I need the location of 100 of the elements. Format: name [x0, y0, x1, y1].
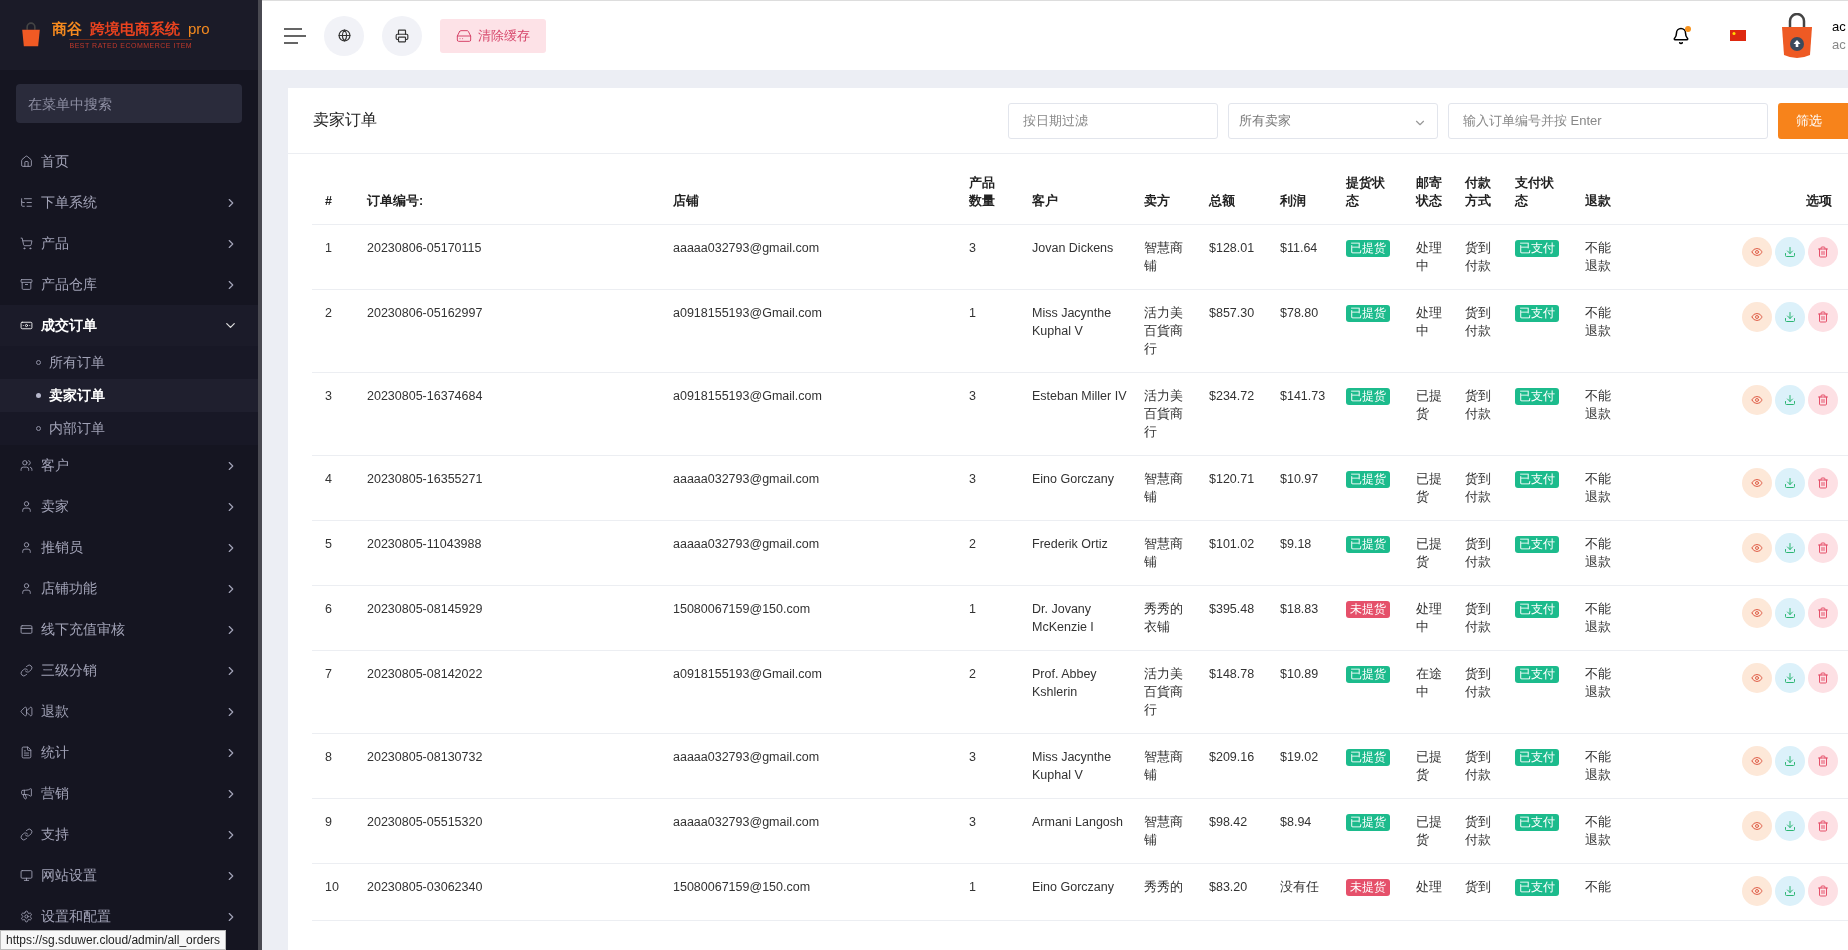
sidebar-item[interactable]: 线下充值审核: [0, 609, 258, 650]
delete-button[interactable]: [1808, 746, 1838, 776]
view-button[interactable]: [1742, 876, 1772, 906]
table-cell-text: 不能退款: [1585, 305, 1612, 340]
download-icon: [1784, 607, 1796, 619]
sidebar-item[interactable]: 推销员: [0, 527, 258, 568]
download-button[interactable]: [1775, 468, 1805, 498]
table-cell-text: a0918155193@Gmail.com: [673, 388, 823, 405]
sidebar-item[interactable]: 下单系统: [0, 182, 258, 223]
table-cell-text: 3: [969, 240, 977, 257]
submenu-item[interactable]: 内部订单: [0, 412, 258, 445]
view-button[interactable]: [1742, 302, 1772, 332]
submenu-item[interactable]: 所有订单: [0, 346, 258, 379]
download-button[interactable]: [1775, 663, 1805, 693]
delete-button[interactable]: [1808, 811, 1838, 841]
download-button[interactable]: [1775, 385, 1805, 415]
avatar-bag-icon[interactable]: [1780, 12, 1814, 59]
seller-select[interactable]: 所有卖家: [1228, 102, 1438, 139]
view-button[interactable]: [1742, 237, 1772, 267]
trash-icon: [1817, 246, 1829, 258]
table-cell-text: 4: [325, 471, 333, 488]
print-button[interactable]: [382, 15, 422, 56]
view-button[interactable]: [1742, 533, 1772, 563]
sidebar-item[interactable]: 客户: [0, 445, 258, 486]
sidebar-item[interactable]: 三级分销: [0, 650, 258, 691]
download-button[interactable]: [1775, 302, 1805, 332]
sidebar-item[interactable]: 网站设置: [0, 855, 258, 896]
delete-button[interactable]: [1808, 237, 1838, 267]
delete-button[interactable]: [1808, 663, 1838, 693]
sidebar-item[interactable]: 店铺功能: [0, 568, 258, 609]
sidebar-item[interactable]: 统计: [0, 732, 258, 773]
delete-button[interactable]: [1808, 533, 1838, 563]
submenu-item[interactable]: 卖家订单: [0, 379, 258, 412]
download-button[interactable]: [1775, 237, 1805, 267]
download-button[interactable]: [1775, 533, 1805, 563]
delete-button[interactable]: [1808, 468, 1838, 498]
payment-status-badge: 已支付: [1515, 471, 1559, 488]
table-cell-text: 2: [969, 666, 977, 683]
delete-button[interactable]: [1808, 598, 1838, 628]
table-cell-text: 20230806-05170115: [367, 240, 483, 257]
view-button[interactable]: [1742, 663, 1772, 693]
view-button[interactable]: [1742, 468, 1772, 498]
sidebar-item[interactable]: 首页: [0, 141, 258, 182]
sidebar-item[interactable]: 成交订单: [0, 305, 258, 346]
table-cell-text: 20230805-08130732: [367, 749, 484, 766]
trash-icon: [1817, 542, 1829, 554]
table-cell-text: Eino Gorczany: [1032, 879, 1115, 896]
table-cell-text: aaaaa032793@gmail.com: [673, 471, 821, 488]
notification-bell-icon[interactable]: [1672, 26, 1690, 45]
table-cell-text: Jovan Dickens: [1032, 240, 1115, 257]
pickup-status-badge: 已提货: [1346, 240, 1390, 257]
globe-button[interactable]: [324, 15, 364, 56]
column-header: 卖方: [1144, 192, 1171, 210]
delete-button[interactable]: [1808, 876, 1838, 906]
sidebar-item[interactable]: 支持: [0, 814, 258, 855]
sidebar-item[interactable]: 产品: [0, 223, 258, 264]
eye-icon: [1751, 477, 1763, 489]
flag-icon[interactable]: [1730, 30, 1746, 41]
clear-cache-button[interactable]: 清除缓存: [440, 18, 546, 53]
payment-status-badge: 已支付: [1515, 814, 1559, 831]
download-button[interactable]: [1775, 876, 1805, 906]
sidebar-item[interactable]: 退款: [0, 691, 258, 732]
menu-item-icon: [20, 746, 33, 759]
sidebar-item[interactable]: 营销: [0, 773, 258, 814]
table-cell-text: 1: [969, 601, 977, 618]
delete-button[interactable]: [1808, 385, 1838, 415]
table-cell-text: $11.64: [1280, 240, 1319, 257]
table-cell-text: $101.02: [1209, 536, 1256, 553]
date-filter-field[interactable]: 按日期过滤: [1008, 102, 1218, 139]
table-cell-text: $8.94: [1280, 814, 1313, 831]
sidebar-item[interactable]: 卖家: [0, 486, 258, 527]
trash-icon: [1817, 672, 1829, 684]
payment-status-badge: 已支付: [1515, 879, 1559, 896]
view-button[interactable]: [1742, 811, 1772, 841]
table-cell-text: 已提货: [1416, 388, 1443, 423]
payment-status-badge: 已支付: [1515, 536, 1559, 553]
delete-button[interactable]: [1808, 302, 1838, 332]
payment-status-badge: 已支付: [1515, 601, 1559, 618]
view-button[interactable]: [1742, 746, 1772, 776]
download-button[interactable]: [1775, 598, 1805, 628]
view-button[interactable]: [1742, 385, 1772, 415]
table-cell-text: 在途中: [1416, 666, 1443, 701]
table-cell-text: aaaaa032793@gmail.com: [673, 749, 821, 766]
table-cell-text: 货到付款: [1465, 666, 1492, 701]
menu-item-icon: [20, 910, 33, 923]
menu-search-field[interactable]: 在菜单中搜索: [16, 84, 242, 123]
table-cell-text: Frederik Ortiz: [1032, 536, 1109, 553]
logo-text: 商谷: [52, 20, 82, 39]
menu-item-icon: [20, 459, 33, 472]
download-button[interactable]: [1775, 746, 1805, 776]
table-cell-text: 活力美百貨商行: [1144, 666, 1184, 719]
view-button[interactable]: [1742, 598, 1772, 628]
sidebar-item[interactable]: 产品仓库: [0, 264, 258, 305]
table-cell-text: 智慧商铺: [1144, 240, 1184, 275]
table-cell-text: 不能退款: [1585, 601, 1612, 636]
order-search-field[interactable]: 输入订单编号并按 Enter: [1448, 102, 1768, 139]
download-button[interactable]: [1775, 811, 1805, 841]
menu-item-icon: [20, 664, 33, 677]
pickup-status-badge: 已提货: [1346, 536, 1390, 553]
menu-icon[interactable]: [284, 26, 306, 45]
